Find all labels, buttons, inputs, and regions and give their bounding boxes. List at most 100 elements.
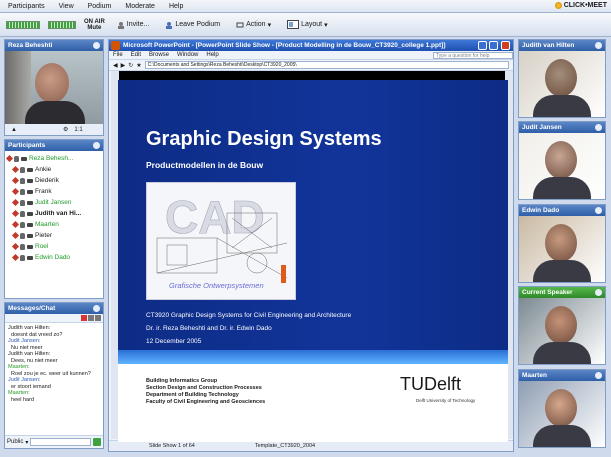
remote-video-header: Maarten [519,370,605,381]
person-face [545,306,577,344]
ppt-menu-browse[interactable]: Browse [149,52,169,58]
brand-logo: CLICK•MEET [554,2,607,9]
person-face [545,59,577,97]
chat-input[interactable] [30,438,91,446]
remote-video-header: Judith van Hilten [519,40,605,51]
participant-row[interactable]: Pieter [7,230,101,241]
participant-row[interactable]: Diederik [7,175,101,186]
chat-header: Messages/Chat [5,303,103,314]
pen-icon[interactable] [11,231,20,240]
participant-name: Pieter [35,232,52,239]
user-icon [20,166,25,173]
powerpoint-icon [111,41,120,50]
chat-scope-select[interactable]: Public [7,439,23,445]
pen-icon[interactable] [11,253,20,262]
participant-name: Diederik [35,177,59,184]
pin-icon[interactable] [93,42,100,49]
menubar: Participants View Podium Moderate Help C… [0,0,611,13]
participant-row[interactable]: Reza Behesh... [5,153,101,164]
camera-icon [27,233,33,238]
participant-row[interactable]: Judit Jansen [7,197,101,208]
italic-icon[interactable] [95,315,101,321]
menu-podium[interactable]: Podium [88,3,112,10]
footer-line: Faculty of Civil Engineering and Geoscie… [146,399,266,405]
minimize-button[interactable] [478,41,487,50]
close-button[interactable] [501,41,510,50]
maximize-button[interactable] [489,41,498,50]
onair-mute-toggle[interactable]: ON AIR Mute [84,19,105,31]
invite-button[interactable]: Invite... [113,19,154,31]
ppt-menu-help[interactable]: Help [206,52,218,58]
pin-icon[interactable] [595,372,602,379]
remote-video-feed [519,216,605,282]
forward-icon[interactable]: ▶ [121,62,126,69]
participant-row[interactable]: Frank [7,186,101,197]
ppt-titlebar: Microsoft PowerPoint - [PowerPoint Slide… [109,40,513,51]
participant-name: Reza Behesh... [29,155,74,162]
remote-video-feed [519,51,605,117]
pen-icon[interactable] [11,165,20,174]
participant-name: Edwin Dado [35,254,71,261]
camera-icon [27,189,33,194]
participant-row[interactable]: Edwin Dado [7,252,101,263]
camera-icon [27,255,33,260]
participant-row[interactable]: Ankie [7,164,101,175]
ask-question-field[interactable]: Type a question for help [433,51,513,59]
pin-icon[interactable] [93,305,100,312]
zoom-icon[interactable]: 1:1 [74,127,82,133]
person-body [533,342,591,364]
pen-icon[interactable] [5,154,14,163]
camera-icon[interactable]: ▲ [11,127,17,133]
remote-video-title: Edwin Dado [522,207,560,214]
pin-icon[interactable] [595,207,602,214]
pen-icon[interactable] [11,220,20,229]
pen-icon[interactable] [11,187,20,196]
camera-icon [27,211,33,216]
person-face [545,224,577,262]
chevron-down-icon: ▾ [267,21,272,29]
remote-video-title: Current Speaker [522,289,573,296]
action-menu-button[interactable]: Action ▾ [232,19,275,31]
address-field[interactable]: C:\Documents and Settings\Reza Beheshti\… [144,61,509,69]
refresh-icon[interactable]: ↻ [128,62,133,69]
camera-icon [27,244,33,249]
menu-moderate[interactable]: Moderate [125,3,155,10]
self-video-header: Reza Beheshti [5,40,103,51]
pen-icon[interactable] [11,198,20,207]
ppt-menu-edit[interactable]: Edit [131,52,141,58]
leave-podium-button[interactable]: Leave Podium [161,19,224,31]
favorites-icon[interactable]: ★ [136,62,141,69]
person-body [533,177,591,199]
back-icon[interactable]: ◀ [113,62,118,69]
remote-video-title: Judit Jansen [522,124,562,131]
slide-date: 12 December 2005 [146,338,202,345]
pen-icon[interactable] [11,209,20,218]
menu-help[interactable]: Help [169,3,183,10]
participant-row[interactable]: Judith van Hi... [7,208,101,219]
participant-row[interactable]: Maarten [7,219,101,230]
pin-icon[interactable] [93,142,100,149]
layout-menu-button[interactable]: Layout ▾ [283,18,332,31]
chevron-down-icon[interactable]: ▾ [25,439,28,446]
send-icon[interactable] [93,438,101,446]
slide-title: Graphic Design Systems [146,128,382,150]
pin-icon[interactable] [595,124,602,131]
menu-view[interactable]: View [59,3,74,10]
pin-icon[interactable] [595,42,602,49]
font-color-icon[interactable] [81,315,87,321]
bold-icon[interactable] [88,315,94,321]
pen-icon[interactable] [11,242,20,251]
pen-icon[interactable] [11,176,20,185]
pin-icon[interactable] [595,289,602,296]
settings-icon[interactable]: ⚙ [63,126,68,133]
ppt-menu-file[interactable]: File [113,52,123,58]
participants-list: Reza Behesh... Ankie Diederik Frank Judit Ja… [5,151,103,265]
mic-level-meter [48,20,76,29]
ppt-menu-window[interactable]: Window [177,52,198,58]
slide-footer-text: Building Informatics Group Section Desig… [146,378,265,406]
participant-row[interactable]: Roel [7,241,101,252]
chevron-down-icon: ▾ [324,21,328,29]
image-caption: Grafische Ontwerpsystemen [169,281,264,290]
slide-course: CT3920 Graphic Design Systems for Civil … [146,312,352,319]
menu-participants[interactable]: Participants [8,3,45,10]
